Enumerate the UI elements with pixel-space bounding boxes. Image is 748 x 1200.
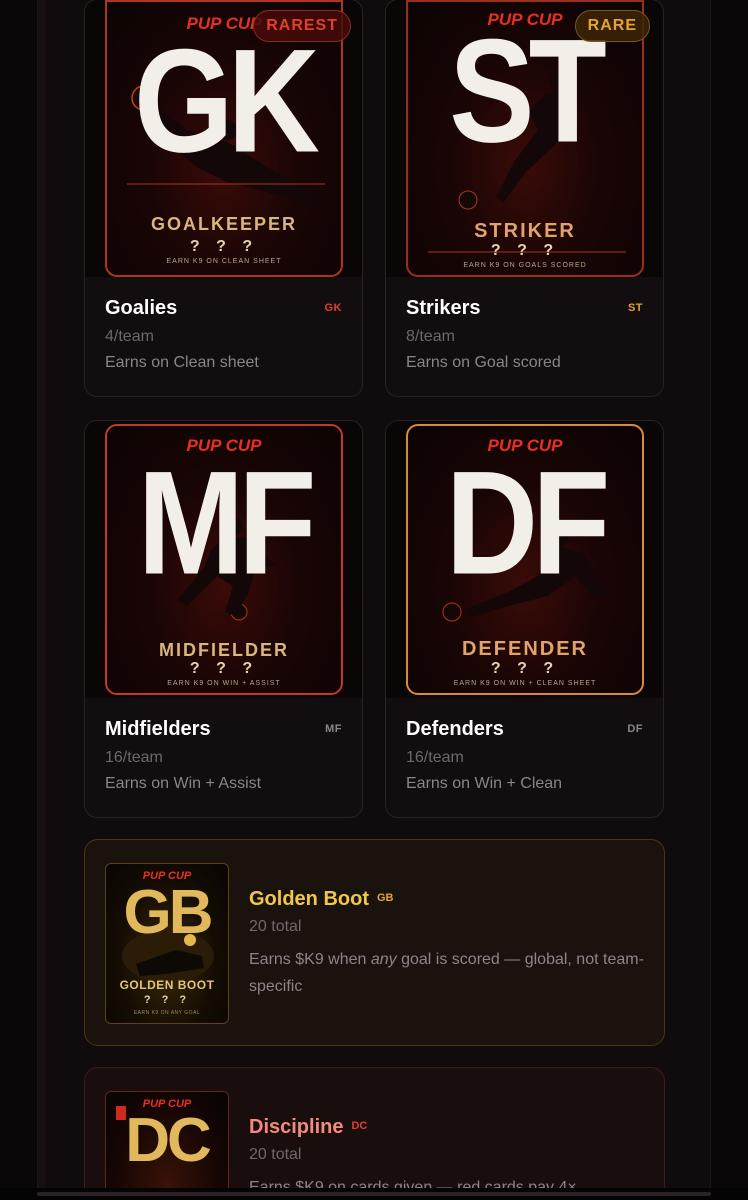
defenders-info: Defenders DF 16/team Earns on Win + Clea… <box>386 696 663 817</box>
midfielders-art: PUP CUP MF MIDFIELDER ? ? ? EARN K9 ON W… <box>85 421 362 698</box>
card-count: 20 total <box>249 1146 302 1163</box>
midfielders-card[interactable]: PUP CUP MF MIDFIELDER ? ? ? EARN K9 ON W… <box>84 420 363 818</box>
card-title: Midfielders <box>105 718 211 740</box>
golden-boot-big: GB <box>123 878 214 947</box>
goalies-art: PUP CUP GK GOALKEEPER ? ? ? EARN K9 ON C… <box>85 0 362 277</box>
defenders-card[interactable]: PUP CUP DF DEFENDER ? ? ? EARN K9 ON WIN… <box>385 420 664 818</box>
discipline-card[interactable]: PUP CUP DC DisciplineDC 20 total Earns $… <box>84 1067 665 1200</box>
strikers-poster-small: EARN K9 ON GOALS SCORED <box>463 262 587 269</box>
card-earns: Earns on Goal scored <box>406 354 561 371</box>
midfielders-info: Midfielders MF 16/team Earns on Win + As… <box>85 696 362 817</box>
defenders-poster: PUP CUP DF DEFENDER ? ? ? EARN K9 ON WIN… <box>406 424 644 695</box>
card-count: 4/team <box>105 328 154 345</box>
card-earns: Earns on Clean sheet <box>105 354 259 371</box>
defenders-poster-qq: ? ? ? <box>490 660 560 677</box>
goalies-info: Goalies GK 4/team Earns on Clean sheet <box>85 275 362 396</box>
red-card-icon <box>116 1106 126 1120</box>
desc-emphasis: any <box>370 951 397 968</box>
card-count: 20 total <box>249 918 302 935</box>
strikers-info: Strikers ST 8/team Earns on Goal scored <box>386 275 663 396</box>
position-code: DF <box>627 723 643 735</box>
defenders-poster-title: DEFENDER <box>461 638 588 660</box>
golden-boot-poster-qq: ? ? ? <box>143 994 191 1006</box>
card-count: 8/team <box>406 328 455 345</box>
defenders-big: DF <box>445 441 611 606</box>
rarity-badge: RAREST <box>253 10 351 42</box>
golden-boot-poster-small: EARN K9 ON ANY GOAL <box>133 1010 201 1016</box>
golden-boot-poster-title: GOLDEN BOOT <box>119 978 215 992</box>
card-count: 16/team <box>105 749 163 766</box>
defenders-poster-small: EARN K9 ON WIN + CLEAN SHEET <box>453 680 597 687</box>
midfielders-poster: PUP CUP MF MIDFIELDER ? ? ? EARN K9 ON W… <box>105 424 343 695</box>
discipline-title: Discipline DC <box>249 1116 367 1139</box>
strikers-art: PUP CUP ST STRIKER ? ? ? EARN K9 ON GOAL… <box>386 0 663 277</box>
position-code: DC <box>351 1120 368 1132</box>
desc-before: Earns $K9 when <box>249 951 371 968</box>
position-code: GK <box>324 302 342 314</box>
position-code: GB <box>376 892 394 904</box>
goalies-poster-title: GOALKEEPER <box>150 214 298 234</box>
golden-boot-thumb: PUP CUP GB GOLDEN BOOT ? ? ? EARN K9 ON … <box>105 863 229 1024</box>
midfielders-big: MF <box>137 441 317 606</box>
position-code: ST <box>627 302 643 314</box>
midfielders-poster-qq: ? ? ? <box>189 660 259 677</box>
card-earns: Earns on Win + Assist <box>105 775 262 792</box>
card-count: 16/team <box>406 749 464 766</box>
goalies-poster-qq: ? ? ? <box>189 238 259 255</box>
defenders-art: PUP CUP DF DEFENDER ? ? ? EARN K9 ON WIN… <box>386 421 663 698</box>
card-title: Golden Boot <box>249 888 369 910</box>
midfielders-poster-title: MIDFIELDER <box>159 640 289 660</box>
position-code: MF <box>325 723 342 735</box>
card-title: Defenders <box>406 718 504 740</box>
goalies-card[interactable]: PUP CUP GK GOALKEEPER ? ? ? EARN K9 ON C… <box>84 0 363 397</box>
strikers-poster-qq: ? ? ? <box>490 242 560 259</box>
card-earns: Earns on Win + Clean <box>406 775 563 792</box>
card-description: Earns $K9 when any goal is scored — glob… <box>249 946 649 1000</box>
strikers-poster-title: STRIKER <box>474 220 576 242</box>
card-title: Strikers <box>406 297 481 319</box>
bottom-bar <box>0 1188 748 1200</box>
discipline-thumb: PUP CUP DC <box>105 1091 229 1200</box>
golden-boot-title: Golden Boot GB <box>249 888 393 911</box>
goalies-big: GK <box>134 19 320 184</box>
strikers-card[interactable]: PUP CUP ST STRIKER ? ? ? EARN K9 ON GOAL… <box>385 0 664 397</box>
goalies-poster-small: EARN K9 ON CLEAN SHEET <box>166 258 282 265</box>
rarity-badge: RARE <box>574 10 650 42</box>
midfielders-poster-small: EARN K9 ON WIN + ASSIST <box>167 680 281 687</box>
card-title: Discipline <box>249 1116 344 1138</box>
golden-boot-card[interactable]: PUP CUP GB GOLDEN BOOT ? ? ? EARN K9 ON … <box>84 839 665 1046</box>
card-title: Goalies <box>105 297 178 319</box>
